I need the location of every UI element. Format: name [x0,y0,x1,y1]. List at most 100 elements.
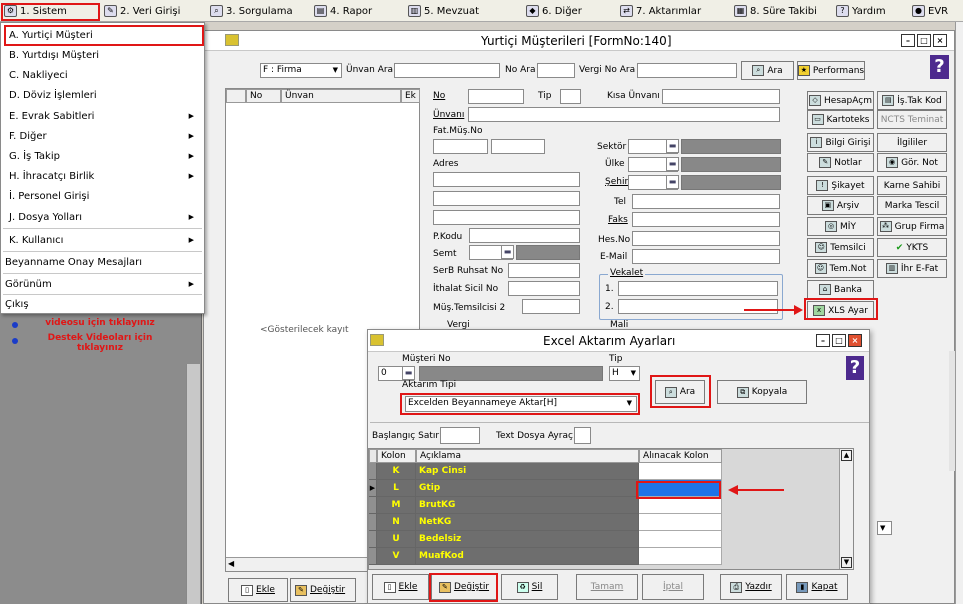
arsiv-button[interactable]: ▣ Arşiv [807,196,874,215]
main-ekle-button[interactable]: ▯ Ekle [228,578,288,602]
menu-sorgulama[interactable]: ⌕ 3. Sorgulama [210,3,293,19]
alinacak-cell[interactable] [639,514,722,531]
ncts-teminat-button[interactable]: NCTS Teminat [877,110,947,129]
dropdown-item-is-takip[interactable]: G. İş Takip ▶ [1,146,204,166]
maximize-icon[interactable]: □ [917,34,931,47]
dialog-tamam-button[interactable]: Tamam [576,574,638,600]
menu-evr[interactable]: ● EVR [912,3,948,19]
table-row[interactable]: M BrutKG [369,497,722,514]
gor-not-button[interactable]: ◉ Gör. Not [877,153,947,172]
dropdown-item-kullanici[interactable]: K. Kullanıcı ▶ [1,230,204,250]
sikayet-button[interactable]: ! Şikayet [807,176,874,195]
hesno-input[interactable] [632,231,780,246]
table-row[interactable]: K Kap Cinsi [369,463,722,480]
ara-button[interactable]: ⌕ Ara [741,61,794,80]
kisa-unvan-input[interactable] [662,89,780,104]
table-row[interactable]: U Bedelsiz [369,531,722,548]
serb-input[interactable] [508,263,580,278]
baslangic-satir-input[interactable] [440,427,480,444]
minimize-icon[interactable]: – [816,334,830,347]
maximize-icon[interactable]: □ [832,334,846,347]
dropdown-item-doviz-islemleri[interactable]: D. Döviz İşlemleri [1,85,204,105]
dropdown-item-gorunum[interactable]: Görünüm ▶ [1,274,204,294]
no-ara-input[interactable] [537,63,575,78]
menu-mevzuat[interactable]: ▥ 5. Mevzuat [408,3,479,19]
tem-not-button[interactable]: ☺ Tem.Not [807,259,874,278]
menu-diger[interactable]: ◆ 6. Diğer [526,3,582,19]
tel-input[interactable] [632,194,780,209]
close-icon[interactable]: × [933,34,947,47]
help-icon[interactable]: ? [846,356,864,380]
grid-vscrollbar[interactable]: ▲ ▼ [839,449,853,569]
table-row[interactable]: V MuafKod [369,548,722,565]
scroll-down-icon[interactable]: ▼ [841,557,852,568]
lookup-icon[interactable]: ▬ [666,175,679,189]
adres-input-2[interactable] [433,191,580,206]
main-degistir-button[interactable]: ✎ Değiştir [290,578,356,602]
kolon-grid[interactable]: Kolon Açıklama Alınacak Kolon K Kap Cins… [368,448,854,570]
mustem-input[interactable] [522,299,580,314]
menu-rapor[interactable]: ▤ 4. Rapor [314,3,372,19]
vekalet-1-input[interactable] [618,281,778,296]
kopyala-button[interactable]: ⧉ Kopyala [717,380,807,404]
alinacak-cell[interactable] [639,463,722,480]
vekalet-2-input[interactable] [618,299,778,314]
karne-sahibi-button[interactable]: Karne Sahibi [877,176,947,195]
side-scrollbar[interactable] [186,364,200,604]
tip-input[interactable] [560,89,581,104]
ithalat-input[interactable] [508,281,580,296]
text-dosya-ayrac-input[interactable] [574,427,591,444]
dropdown-item-dosya-yollari[interactable]: J. Dosya Yolları ▶ [1,207,204,227]
no-input[interactable] [468,89,524,104]
alinacak-cell[interactable] [639,497,722,514]
xls-ayar-button[interactable]: x XLS Ayar [807,301,874,320]
dialog-yazdir-button[interactable]: ⎙ Yazdır [720,574,782,600]
is-tak-kod-button[interactable]: ▤ İş.Tak Kod [877,91,947,110]
adres-input-1[interactable] [433,172,580,187]
small-dropdown[interactable]: ▼ [877,521,892,535]
dropdown-item-beyanname-onay[interactable]: Beyanname Onay Mesajları [1,252,204,272]
lookup-icon[interactable]: ▬ [666,139,679,153]
email-input[interactable] [632,249,780,264]
dialog-degistir-button[interactable]: ✎ Değiştir [431,574,497,600]
notlar-button[interactable]: ✎ Notlar [807,153,874,172]
menu-veri-girisi[interactable]: ✎ 2. Veri Girişi [104,3,180,19]
lookup-icon[interactable]: ▬ [666,157,679,171]
pkodu-input[interactable] [469,228,580,243]
unvan-ara-input[interactable] [394,63,500,78]
ihr-e-fat-button[interactable]: ▥ İhr E-Fat [877,259,947,278]
minimize-icon[interactable]: – [901,34,915,47]
grup-firma-button[interactable]: ⁂ Grup Firma [877,217,947,236]
menu-sistem[interactable]: ⚙ 1. Sistem [4,3,67,19]
dialog-sil-button[interactable]: ♻ Sil [501,574,558,600]
bilgi-girisi-button[interactable]: i Bilgi Girişi [807,133,874,152]
alinacak-cell-selected[interactable] [639,480,722,497]
marka-tescil-button[interactable]: Marka Tescil [877,196,947,215]
scroll-up-icon[interactable]: ▲ [841,450,852,461]
menu-sure-takibi[interactable]: ▦ 8. Süre Takibi [734,3,817,19]
temsilci-button[interactable]: ☺ Temsilci [807,238,874,257]
help-icon[interactable]: ? [930,55,949,79]
ilgililer-button[interactable]: İlgililer [877,133,947,152]
scroll-left-icon[interactable]: ◀ [228,559,234,568]
dialog-ara-button[interactable]: ⌕ Ara [655,380,705,404]
fat-mus-no-input-2[interactable] [491,139,545,154]
dropdown-item-diger[interactable]: F. Diğer ▶ [1,126,204,146]
dropdown-item-ihracatci-birlik[interactable]: H. İhracatçı Birlik ▶ [1,166,204,186]
menu-yardim[interactable]: ? Yardım [836,3,886,19]
alinacak-cell[interactable] [639,548,722,565]
dropdown-item-personel-girisi[interactable]: İ. Personel Girişi [1,186,204,206]
adres-input-3[interactable] [433,210,580,225]
dropdown-item-yurtdisi-musteri[interactable]: B. Yurtdışı Müşteri [1,45,204,65]
ykts-button[interactable]: ✔ YKTS [877,238,947,257]
side-link-2[interactable]: Destek Videoları için tıklayınız [30,333,170,353]
menu-aktarimlar[interactable]: ⇄ 7. Aktarımlar [620,3,701,19]
fat-mus-no-input[interactable] [433,139,488,154]
close-icon[interactable]: × [848,334,862,347]
table-row[interactable]: ▶ L Gtip [369,480,722,497]
lookup-icon[interactable]: ▬ [402,366,415,380]
vergi-ara-input[interactable] [637,63,737,78]
side-link-1[interactable]: videosu için tıklayınız [10,318,190,328]
aktarim-tipi-select[interactable]: Excelden Beyannameye Aktar[H] ▼ [405,396,637,412]
table-row[interactable]: N NetKG [369,514,722,531]
